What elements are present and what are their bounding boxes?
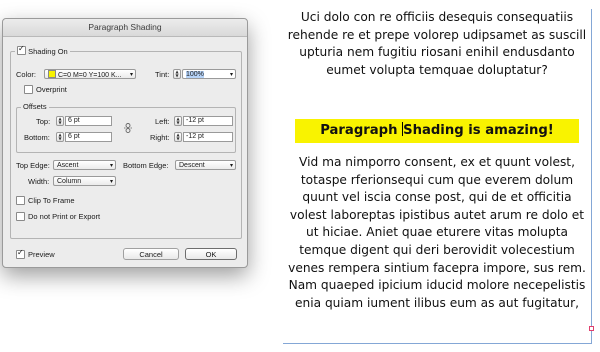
color-select-value: C=0 M=0 Y=100 K... <box>58 72 122 79</box>
heading-text-start: Paragraph <box>320 123 403 138</box>
chevron-down-icon: ▾ <box>109 162 113 169</box>
paragraph-shading-dialog: Paragraph Shading Shading On Color: C=0 … <box>2 18 248 268</box>
body-paragraph-2: Vid ma nimporro consent, ex et quunt vol… <box>288 155 586 310</box>
bottom-edge-value: Descent <box>179 162 205 169</box>
chevron-down-icon: ▾ <box>229 71 233 78</box>
top-edge-label: Top Edge: <box>16 161 50 170</box>
shading-on-legend: Shading On <box>15 44 70 56</box>
offsets-legend: Offsets <box>21 102 49 111</box>
top-edge-value: Ascent <box>57 162 79 169</box>
shaded-heading: Paragraph Shading is amazing! <box>283 122 591 140</box>
color-select[interactable]: C=0 M=0 Y=100 K... ▾ <box>44 69 136 79</box>
chevron-down-icon: ▾ <box>109 178 113 185</box>
tint-select[interactable]: 100% ▾ <box>182 69 236 79</box>
overset-text-icon[interactable] <box>589 326 594 331</box>
color-swatch-icon <box>48 70 56 78</box>
width-select[interactable]: Column ▾ <box>53 176 116 186</box>
left-offset-stepper[interactable]: ▲ ▼ <box>174 116 182 126</box>
text-frame[interactable]: Uci dolo con re officiis desequis conseq… <box>283 9 594 344</box>
color-label: Color: <box>16 70 37 79</box>
width-label: Width: <box>28 177 50 186</box>
right-offset-stepper[interactable]: ▲ ▼ <box>174 132 182 142</box>
link-offsets-icon[interactable] <box>124 123 132 133</box>
chevron-down-icon: ▾ <box>229 162 233 169</box>
dialog-title: Paragraph Shading <box>3 19 247 37</box>
overprint-checkbox[interactable] <box>24 85 33 94</box>
body-paragraph-1: Uci dolo con re officiis desequis conseq… <box>287 10 587 77</box>
no-print-label: Do not Print or Export <box>28 212 101 221</box>
bottom-offset-field[interactable]: 6 pt <box>65 132 112 142</box>
width-value: Column <box>57 178 82 185</box>
shading-on-checkbox[interactable] <box>17 44 26 55</box>
clip-to-frame-label: Clip To Frame <box>28 196 75 205</box>
ok-button[interactable]: OK <box>185 248 237 260</box>
bottom-edge-select[interactable]: Descent ▾ <box>175 160 236 170</box>
shading-on-label: Shading On <box>28 47 68 56</box>
right-offset-label: Right: <box>150 133 170 142</box>
left-offset-label: Left: <box>155 117 170 126</box>
preview-label: Preview <box>28 250 55 259</box>
right-offset-field[interactable]: -12 pt <box>183 132 233 142</box>
chevron-down-icon: ▾ <box>129 71 133 78</box>
overprint-label: Overprint <box>36 85 67 94</box>
cancel-button[interactable]: Cancel <box>123 248 179 260</box>
bottom-offset-stepper[interactable]: ▲ ▼ <box>56 132 64 142</box>
clip-to-frame-checkbox[interactable] <box>16 196 25 205</box>
top-edge-select[interactable]: Ascent ▾ <box>53 160 116 170</box>
tint-label: Tint: <box>155 70 170 79</box>
no-print-checkbox[interactable] <box>16 212 25 221</box>
bottom-edge-label: Bottom Edge: <box>123 161 169 170</box>
preview-checkbox[interactable] <box>16 248 25 259</box>
tint-stepper[interactable]: ▲ ▼ <box>173 69 181 79</box>
heading-text-end: Shading is amazing! <box>403 123 554 138</box>
tint-value: 100% <box>186 71 204 78</box>
bottom-offset-label: Bottom: <box>24 133 50 142</box>
top-offset-field[interactable]: 6 pt <box>65 116 112 126</box>
top-offset-label: Top: <box>36 117 51 126</box>
top-offset-stepper[interactable]: ▲ ▼ <box>56 116 64 126</box>
left-offset-field[interactable]: -12 pt <box>183 116 233 126</box>
